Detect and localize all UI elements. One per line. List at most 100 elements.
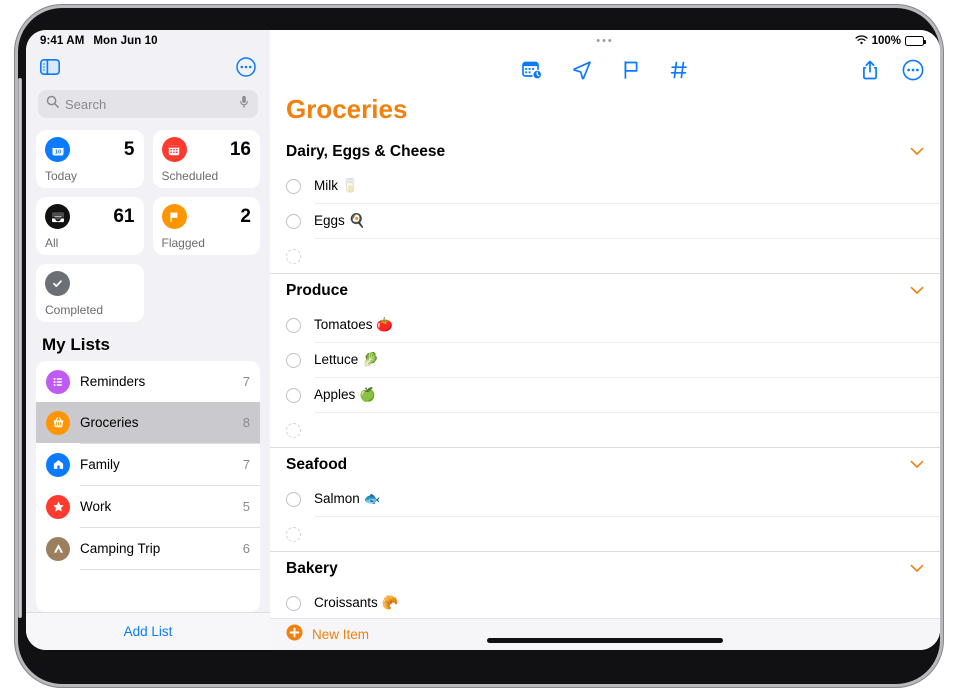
- smart-lists-grid: 10 5 Today 16 Scheduled 61 All 2 Flagged…: [36, 130, 260, 322]
- tent-icon: [46, 536, 70, 561]
- reminder-new-row[interactable]: [270, 517, 940, 551]
- smart-card-all[interactable]: 61 All: [36, 197, 144, 255]
- list-item-label: Groceries: [80, 415, 139, 430]
- new-item-button[interactable]: New Item: [270, 618, 940, 650]
- checkbox-circle-icon[interactable]: [286, 422, 301, 438]
- reminder-item[interactable]: Milk 🥛: [270, 169, 940, 203]
- checkbox-circle-icon[interactable]: [286, 213, 301, 229]
- list-item-count: 8: [242, 415, 250, 430]
- location-arrow-icon[interactable]: [571, 59, 593, 86]
- checkbox-circle-icon[interactable]: [286, 352, 301, 368]
- list-divider: [80, 569, 260, 570]
- checkbox-circle-icon[interactable]: [286, 491, 301, 507]
- section-title: Dairy, Eggs & Cheese: [286, 143, 446, 160]
- new-item-label: New Item: [312, 627, 370, 642]
- checkbox-circle-icon[interactable]: [286, 526, 301, 542]
- status-bar-right: ••• 100%: [270, 30, 940, 52]
- chevron-down-icon[interactable]: [910, 456, 924, 474]
- house-icon: [46, 452, 70, 477]
- sidebar-toggle-icon[interactable]: [40, 58, 60, 80]
- smart-card-label: Flagged: [161, 236, 205, 250]
- reminder-item[interactable]: Tomatoes 🍅: [270, 308, 940, 342]
- more-circle-icon[interactable]: [236, 56, 256, 82]
- checkmark-icon: [45, 271, 70, 296]
- section-header-produce[interactable]: Produce: [270, 274, 940, 308]
- section-title: Seafood: [286, 456, 348, 473]
- reminder-new-row[interactable]: [270, 239, 940, 273]
- smart-card-completed[interactable]: Completed: [36, 264, 144, 322]
- smart-card-flagged[interactable]: 2 Flagged: [152, 197, 260, 255]
- smart-card-today[interactable]: 10 5 Today: [36, 130, 144, 188]
- checkbox-circle-icon[interactable]: [286, 317, 301, 333]
- list-item-family[interactable]: Family 7: [36, 444, 260, 485]
- svg-text:10: 10: [54, 149, 60, 155]
- battery-percent-label: 100%: [871, 35, 901, 47]
- hashtag-icon[interactable]: [669, 59, 689, 86]
- reminder-item[interactable]: Eggs 🍳: [270, 204, 940, 238]
- plus-circle-icon[interactable]: [286, 624, 303, 646]
- sidebar-top-row: [26, 52, 270, 86]
- status-bar-time: 9:41 AM: [40, 35, 85, 47]
- section-title: Bakery: [286, 560, 338, 577]
- reminder-item-label: Tomatoes 🍅: [314, 317, 394, 332]
- list-item-camping-trip[interactable]: Camping Trip 6: [36, 528, 260, 569]
- reminder-item-label: Eggs 🍳: [314, 213, 366, 228]
- smart-card-count: 5: [123, 139, 135, 160]
- reminder-item-label: Apples 🍏: [314, 387, 376, 402]
- search-input[interactable]: Search: [38, 90, 258, 118]
- smart-card-count: 61: [113, 206, 135, 227]
- share-icon[interactable]: [860, 59, 880, 86]
- add-list-button[interactable]: Add List: [124, 624, 173, 639]
- chevron-down-icon[interactable]: [910, 560, 924, 578]
- smart-card-count: 2: [240, 206, 251, 227]
- reminder-item[interactable]: Apples 🍏: [270, 378, 940, 412]
- list-item-groceries[interactable]: Groceries 8: [36, 402, 260, 443]
- section-header-bakery[interactable]: Bakery: [270, 552, 940, 586]
- list-item-count: 7: [242, 374, 250, 389]
- checkbox-circle-icon[interactable]: [286, 178, 301, 194]
- microphone-icon[interactable]: [238, 95, 250, 114]
- calendar-icon: [161, 137, 187, 162]
- chevron-down-icon[interactable]: [910, 282, 924, 300]
- ipad-screen: 9:41 AM Mon Jun 10 Search 10 5 Today 16 …: [26, 30, 940, 650]
- list-item-label: Work: [80, 499, 112, 514]
- toolbar-center-group: [270, 59, 940, 86]
- reminder-item[interactable]: Salmon 🐟: [270, 482, 940, 516]
- reminder-item[interactable]: Lettuce 🥬: [270, 343, 940, 377]
- window-grabber-icon[interactable]: •••: [596, 36, 614, 47]
- reminder-new-row[interactable]: [270, 413, 940, 447]
- list-item-count: 6: [242, 541, 250, 556]
- battery-icon: [905, 36, 926, 46]
- checkbox-circle-icon[interactable]: [286, 387, 301, 403]
- reminder-item-label: Salmon 🐟: [314, 491, 381, 506]
- smart-card-scheduled[interactable]: 16 Scheduled: [152, 130, 260, 188]
- more-circle-icon[interactable]: [902, 59, 924, 86]
- page-title: Groceries: [286, 94, 408, 124]
- section-title: Produce: [286, 282, 349, 299]
- smart-card-label: Today: [45, 169, 78, 183]
- sidebar: 9:41 AM Mon Jun 10 Search 10 5 Today 16 …: [26, 30, 270, 650]
- list-item-label: Camping Trip: [80, 541, 161, 556]
- calendar-clock-icon[interactable]: [521, 59, 543, 86]
- list-item-count: 5: [242, 499, 250, 514]
- section-header-seafood[interactable]: Seafood: [270, 448, 940, 482]
- list-item-label: Family: [80, 457, 120, 472]
- smart-card-label: All: [45, 236, 59, 250]
- list-item-work[interactable]: Work 5: [36, 486, 260, 527]
- list-item-reminders[interactable]: Reminders 7: [36, 361, 260, 402]
- star-icon: [46, 494, 70, 519]
- basket-icon: [46, 410, 70, 435]
- checkbox-circle-icon[interactable]: [286, 248, 301, 264]
- checkbox-circle-icon[interactable]: [286, 595, 301, 611]
- main-pane: ••• 100% Groceries Dairy, Eggs & Cheese …: [270, 30, 940, 650]
- search-icon: [46, 95, 59, 113]
- reminders-list[interactable]: Dairy, Eggs & Cheese Milk 🥛 Eggs 🍳 Produ…: [270, 135, 940, 650]
- section-header-dairy-eggs-cheese[interactable]: Dairy, Eggs & Cheese: [270, 135, 940, 169]
- list-item-count: 7: [242, 457, 250, 472]
- status-bar-date: Mon Jun 10: [93, 35, 158, 47]
- reminder-item[interactable]: Croissants 🥐: [270, 586, 940, 620]
- flag-outline-icon[interactable]: [621, 59, 641, 86]
- home-indicator[interactable]: [487, 638, 723, 643]
- chevron-down-icon[interactable]: [910, 143, 924, 161]
- inbox-tray-icon: [45, 204, 70, 229]
